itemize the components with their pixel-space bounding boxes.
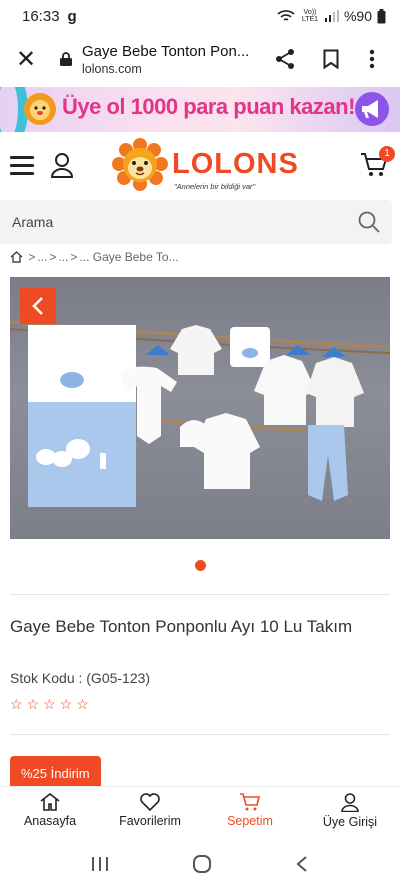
- megaphone-icon: [355, 92, 389, 126]
- battery-icon: [377, 8, 386, 23]
- google-icon: g: [67, 7, 77, 25]
- site-header: LOLONS "Annelerin bir bildiği var": [0, 132, 400, 198]
- bottom-navigation: Anasayfa Favorilerim Sepetim Üye Girişi: [0, 786, 400, 838]
- bookmark-icon: [323, 49, 339, 69]
- rating-star-icon[interactable]: ☆: [60, 696, 73, 713]
- gallery-prev-button[interactable]: [20, 288, 56, 324]
- system-navigation-bar: [0, 840, 400, 888]
- breadcrumb-separator: >: [49, 250, 57, 264]
- home-icon: [40, 793, 60, 811]
- divider: [10, 594, 390, 595]
- breadcrumb-current: ... Gaye Bebe To...: [79, 250, 179, 264]
- brand-name: LOLONS: [172, 148, 299, 180]
- product-rating[interactable]: ☆ ☆ ☆ ☆ ☆: [10, 696, 89, 713]
- rating-star-icon[interactable]: ☆: [10, 696, 23, 713]
- lion-logo-icon: [112, 138, 168, 191]
- breadcrumb: > ... > ... > ... Gaye Bebe To...: [10, 250, 179, 264]
- product-title: Gaye Bebe Tonton Ponponlu Ayı 10 Lu Takı…: [10, 617, 353, 636]
- breadcrumb-separator: >: [70, 250, 78, 264]
- search-bar: Arama: [0, 200, 392, 244]
- nav-favorites-label: Favorilerim: [119, 814, 181, 828]
- breadcrumb-item[interactable]: ...: [37, 250, 47, 264]
- gallery-pagination: [0, 560, 400, 571]
- promo-text: Üye ol 1000 para puan kazan!: [62, 94, 355, 119]
- rating-star-icon[interactable]: ☆: [76, 696, 89, 713]
- promo-banner[interactable]: Üye ol 1000 para puan kazan!: [0, 87, 400, 132]
- product-sku: Stok Kodu : (G05-123): [10, 670, 151, 686]
- divider: [10, 734, 390, 735]
- nav-login-label: Üye Girişi: [322, 815, 378, 829]
- user-icon: [341, 793, 359, 812]
- more-vertical-icon: [369, 49, 375, 69]
- share-button[interactable]: [262, 48, 308, 70]
- product-photo: [10, 320, 390, 507]
- search-icon: [358, 211, 380, 233]
- browser-domain: lolons.com: [82, 61, 142, 76]
- close-tab-button[interactable]: ✕: [10, 45, 42, 74]
- nav-favorites[interactable]: Favorilerim: [100, 787, 200, 838]
- site-logo[interactable]: LOLONS "Annelerin bir bildiği var": [112, 136, 298, 196]
- heart-icon: [140, 793, 160, 811]
- rating-star-icon[interactable]: ☆: [27, 696, 40, 713]
- browser-toolbar: ✕ Gaye Bebe Tonton Pon... lolons.com: [0, 32, 400, 86]
- search-button[interactable]: [346, 200, 392, 244]
- recent-apps-button[interactable]: [91, 856, 109, 872]
- search-input[interactable]: Arama: [0, 214, 346, 230]
- bookmark-button[interactable]: [308, 49, 354, 69]
- nav-home-label: Anasayfa: [23, 814, 77, 828]
- address-bar[interactable]: Gaye Bebe Tonton Pon... lolons.com: [82, 43, 262, 76]
- home-button[interactable]: [192, 854, 212, 874]
- cart-icon: [240, 793, 261, 811]
- lock-icon: [60, 52, 72, 66]
- status-time: 16:33: [22, 7, 60, 25]
- nav-cart[interactable]: Sepetim: [200, 787, 300, 838]
- back-button[interactable]: [295, 855, 309, 873]
- breadcrumb-item[interactable]: ...: [58, 250, 68, 264]
- signal-icon: [324, 10, 339, 22]
- wifi-icon: [277, 10, 295, 21]
- status-bar: 16:33 g Vo)) LTE1 %90: [0, 0, 400, 32]
- battery-level: %90: [343, 8, 372, 24]
- account-icon[interactable]: [50, 152, 74, 178]
- home-icon[interactable]: [10, 251, 23, 263]
- lion-mascot-icon: [24, 93, 56, 125]
- nav-login[interactable]: Üye Girişi: [300, 787, 400, 838]
- breadcrumb-separator: >: [25, 250, 36, 264]
- network-label: Vo)) LTE1: [301, 9, 319, 23]
- menu-button[interactable]: [10, 156, 34, 176]
- rating-star-icon[interactable]: ☆: [43, 696, 56, 713]
- share-icon: [276, 49, 294, 69]
- browser-page-title: Gaye Bebe Tonton Pon...: [82, 42, 250, 60]
- nav-home[interactable]: Anasayfa: [0, 787, 100, 838]
- nav-cart-label: Sepetim: [227, 814, 273, 828]
- chevron-left-icon: [32, 297, 43, 315]
- product-image-gallery[interactable]: [10, 277, 390, 539]
- gallery-dot-active[interactable]: [194, 560, 206, 571]
- more-menu-button[interactable]: [354, 49, 390, 69]
- cart-count-badge: 1: [379, 146, 395, 162]
- brand-tagline: "Annelerin bir bildiği var": [174, 182, 256, 191]
